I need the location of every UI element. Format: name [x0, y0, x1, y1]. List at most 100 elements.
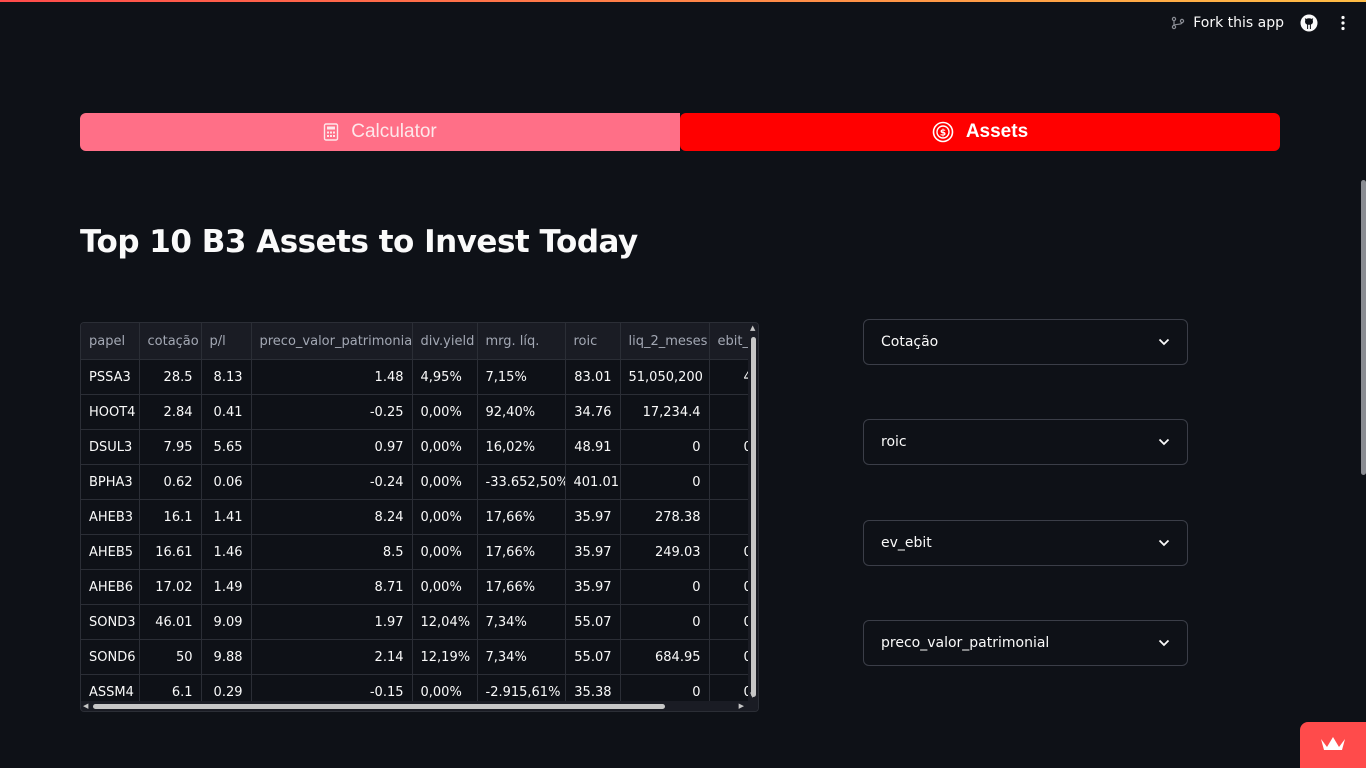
table-cell[interactable]: 2.84 [139, 394, 202, 430]
tab-assets[interactable]: $ Assets [680, 113, 1280, 151]
table-row[interactable]: SOND6509.882.1412,19%7,34%55.07684.950.3… [81, 639, 758, 675]
table-cell[interactable]: 1.97 [251, 604, 413, 640]
table-cell[interactable]: 0,00% [412, 394, 478, 430]
table-cell[interactable]: 4,95% [412, 359, 478, 395]
table-cell[interactable]: AHEB5 [81, 534, 140, 570]
table-cell[interactable]: 0.97 [251, 429, 413, 465]
table-cell[interactable]: 1.49 [201, 569, 252, 605]
table-cell[interactable]: DSUL3 [81, 429, 140, 465]
table-cell[interactable]: 1.41 [201, 499, 252, 535]
column-header[interactable]: papel [81, 323, 140, 360]
table-cell[interactable]: 0,00% [412, 429, 478, 465]
horizontal-scrollbar[interactable]: ◀ ▶ [81, 701, 748, 711]
table-cell[interactable]: -0.24 [251, 464, 413, 500]
table-cell[interactable]: 17,66% [477, 499, 566, 535]
table-cell[interactable]: 8.5 [251, 534, 413, 570]
table-cell[interactable]: 7,34% [477, 604, 566, 640]
table-cell[interactable]: 50 [139, 639, 202, 675]
page-scrollbar[interactable] [1361, 180, 1366, 475]
table-cell[interactable]: 8.13 [201, 359, 252, 395]
table-cell[interactable]: 12,04% [412, 604, 478, 640]
table-cell[interactable]: SOND6 [81, 639, 140, 675]
table-cell[interactable]: 0 [620, 569, 710, 605]
table-cell[interactable]: 7.95 [139, 429, 202, 465]
table-cell[interactable]: 0,00% [412, 534, 478, 570]
table-cell[interactable]: 7,34% [477, 639, 566, 675]
table-row[interactable]: AHEB316.11.418.240,00%17,66%35.97278.380… [81, 499, 758, 535]
table-cell[interactable]: 1.46 [201, 534, 252, 570]
table-cell[interactable]: 12,19% [412, 639, 478, 675]
table-row[interactable]: PSSA3 28.5 8.13 1.48 4,95% 7,15% 83.01 51,050,2… [81, 359, 758, 395]
table-cell[interactable]: 17.02 [139, 569, 202, 605]
select-sort-1[interactable]: Cotação [863, 319, 1188, 365]
table-cell[interactable]: 0 [620, 464, 710, 500]
table-row[interactable]: HOOT4 2.84 0.41 -0.25 0,00% 92,40% 34.76 17,234… [81, 394, 758, 430]
table-cell[interactable]: 9.09 [201, 604, 252, 640]
select-sort-4[interactable]: preco_valor_patrimonial [863, 620, 1188, 666]
select-sort-3[interactable]: ev_ebit [863, 520, 1188, 566]
table-cell[interactable]: 35.97 [565, 534, 621, 570]
table-cell[interactable]: 16.61 [139, 534, 202, 570]
vertical-scroll-thumb[interactable] [751, 337, 756, 697]
table-cell[interactable]: 17,234.4 [620, 394, 710, 430]
table-cell[interactable]: 401.01 [565, 464, 621, 500]
table-row[interactable]: DSUL37.955.650.970,00%16,02%48.9100.78 [81, 429, 758, 465]
column-header[interactable]: div.yield [412, 323, 478, 360]
horizontal-scroll-thumb[interactable] [93, 704, 665, 709]
table-cell[interactable]: 9.88 [201, 639, 252, 675]
table-cell[interactable]: 34.76 [565, 394, 621, 430]
table-cell[interactable]: 16.1 [139, 499, 202, 535]
table-cell[interactable]: 16,02% [477, 429, 566, 465]
column-header[interactable]: cotação [139, 323, 202, 360]
table-cell[interactable]: -0.25 [251, 394, 413, 430]
table-cell[interactable]: 83.01 [565, 359, 621, 395]
table-cell[interactable]: 2.14 [251, 639, 413, 675]
table-cell[interactable]: 55.07 [565, 604, 621, 640]
table-cell[interactable]: 46.01 [139, 604, 202, 640]
table-cell[interactable]: 35.97 [565, 499, 621, 535]
table-row[interactable]: AHEB617.021.498.710,00%17,66%35.9700.83 [81, 569, 758, 605]
table-cell[interactable]: 35.97 [565, 569, 621, 605]
table-cell[interactable]: PSSA3 [81, 359, 140, 395]
table-cell[interactable]: 0,00% [412, 499, 478, 535]
table-cell[interactable]: AHEB3 [81, 499, 140, 535]
scroll-down-icon[interactable]: ▼ [750, 692, 755, 699]
table-cell[interactable]: 55.07 [565, 639, 621, 675]
table-cell[interactable]: 5.65 [201, 429, 252, 465]
table-cell[interactable]: 0 [620, 429, 710, 465]
column-header[interactable]: preco_valor_patrimonial [251, 323, 413, 360]
fork-app-link[interactable]: Fork this app [1171, 15, 1284, 31]
vertical-scrollbar[interactable]: ▲ ▼ [748, 323, 758, 711]
table-cell[interactable]: 278.38 [620, 499, 710, 535]
table-row[interactable]: SOND346.019.091.9712,04%7,34%55.0700.42 [81, 604, 758, 640]
table-cell[interactable]: 48.91 [565, 429, 621, 465]
table-cell[interactable]: 0 [620, 604, 710, 640]
table-row[interactable]: AHEB516.611.468.50,00%17,66%35.97249.030… [81, 534, 758, 570]
table-cell[interactable]: 684.95 [620, 639, 710, 675]
table-cell[interactable]: 7,15% [477, 359, 566, 395]
column-header[interactable]: roic [565, 323, 621, 360]
table-cell[interactable]: 249.03 [620, 534, 710, 570]
column-header[interactable]: p/l [201, 323, 252, 360]
table-cell[interactable]: 0.62 [139, 464, 202, 500]
github-icon[interactable] [1300, 14, 1318, 32]
table-cell[interactable]: 1.48 [251, 359, 413, 395]
streamlit-badge[interactable] [1300, 722, 1366, 768]
table-cell[interactable]: BPHA3 [81, 464, 140, 500]
table-cell[interactable]: HOOT4 [81, 394, 140, 430]
table-cell[interactable]: 8.24 [251, 499, 413, 535]
scroll-up-icon[interactable]: ▲ [750, 325, 755, 332]
scroll-right-icon[interactable]: ▶ [739, 703, 744, 710]
table-cell[interactable]: 17,66% [477, 569, 566, 605]
table-cell[interactable]: 0,00% [412, 464, 478, 500]
table-cell[interactable]: AHEB6 [81, 569, 140, 605]
table-cell[interactable]: 51,050,200 [620, 359, 710, 395]
table-cell[interactable]: 0.41 [201, 394, 252, 430]
table-cell[interactable]: 0.06 [201, 464, 252, 500]
table-cell[interactable]: 28.5 [139, 359, 202, 395]
table-cell[interactable]: SOND3 [81, 604, 140, 640]
table-cell[interactable]: -33.652,50% [477, 464, 566, 500]
select-sort-2[interactable]: roic [863, 419, 1188, 465]
assets-dataframe[interactable]: papel cotação p/l preco_valor_patrimonia… [80, 322, 759, 712]
table-cell[interactable]: 8.71 [251, 569, 413, 605]
